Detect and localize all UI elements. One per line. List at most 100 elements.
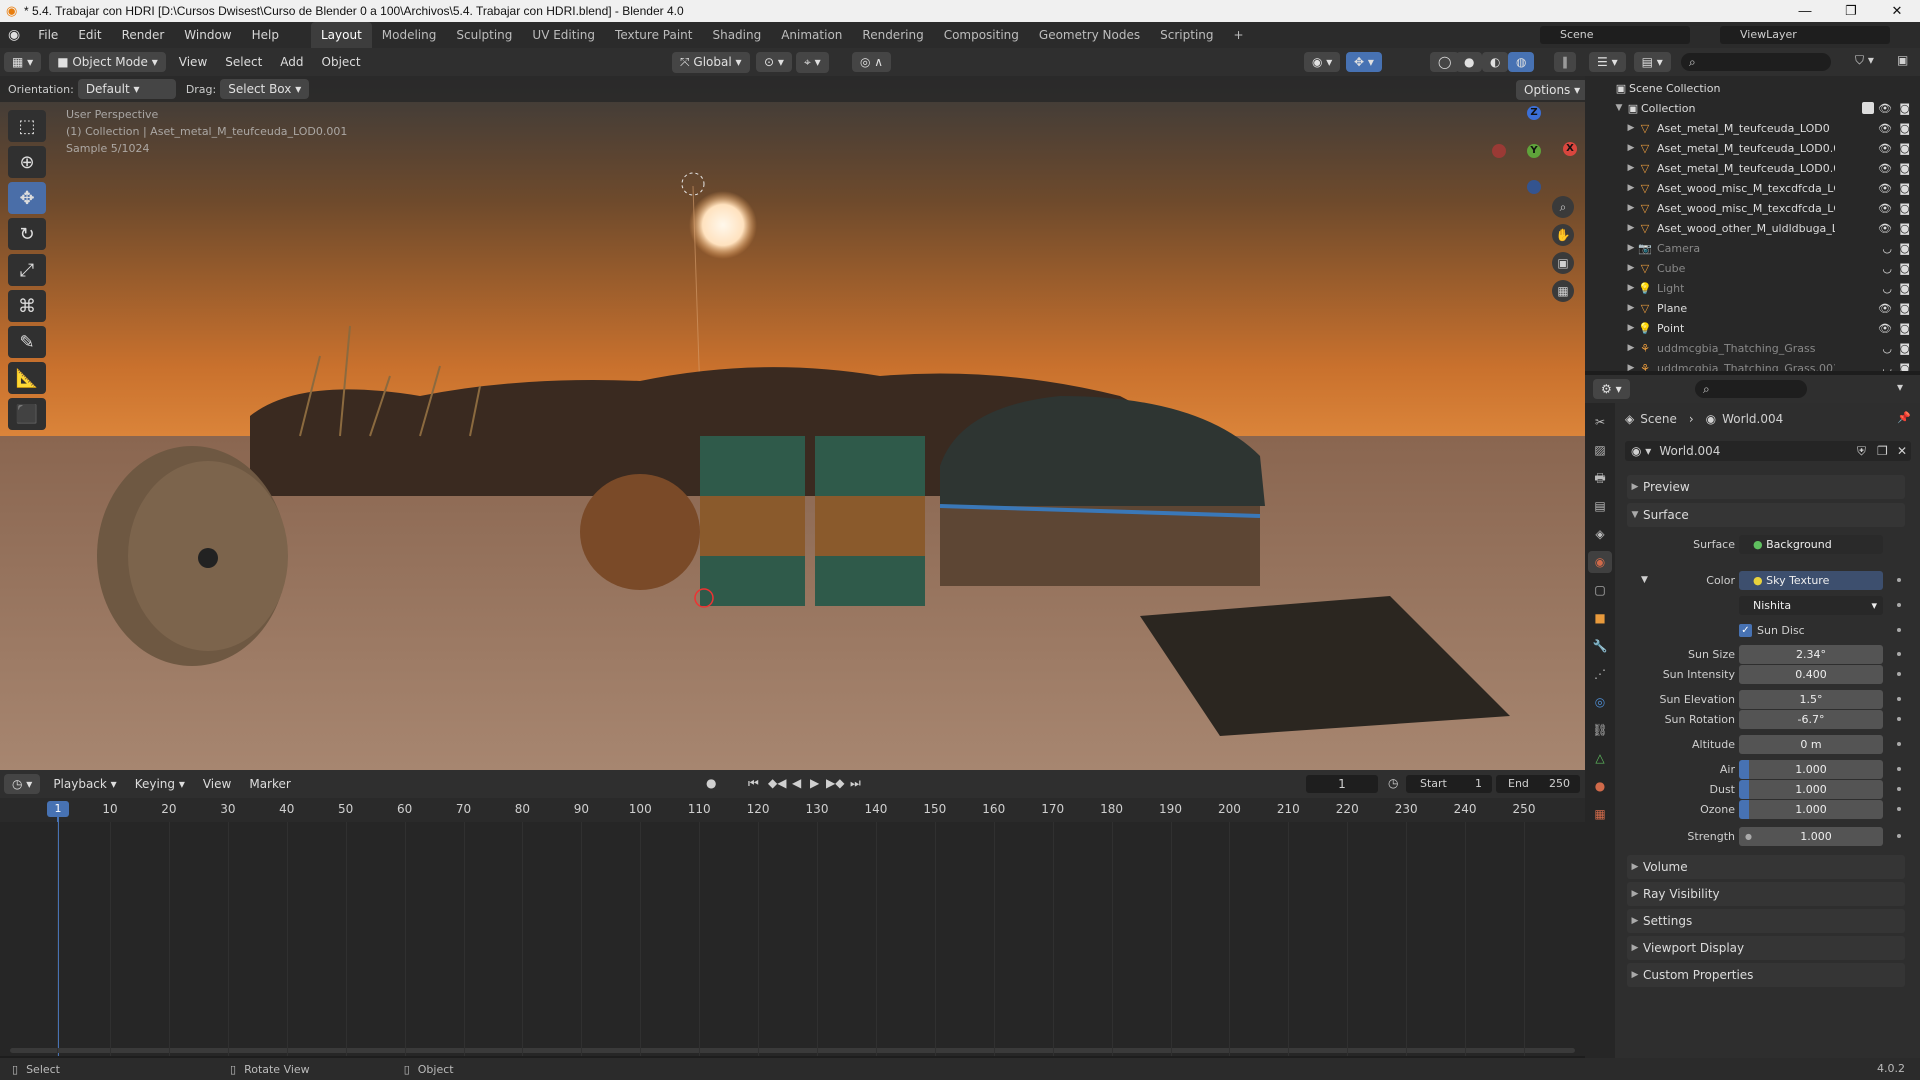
end-frame-field[interactable]: End 250 [1496,775,1580,793]
maximize-button[interactable]: ❐ [1828,0,1874,22]
ortho-grid-icon[interactable]: ▦ [1552,280,1574,302]
menu-object[interactable]: Object [313,55,370,69]
expand-icon[interactable]: ▶ [1625,123,1637,133]
menu-help[interactable]: Help [242,22,289,48]
eye-icon[interactable]: 👁 [1878,162,1892,175]
preview-panel[interactable]: ▶ Preview [1627,475,1905,499]
gizmo-neg-z[interactable] [1527,180,1541,194]
duplicate-world-icon[interactable]: ❐ [1877,444,1888,458]
custom-properties-panel[interactable]: ▶ Custom Properties [1627,963,1905,987]
keyframe-dot-icon[interactable] [1897,742,1901,746]
new-collection-icon[interactable]: ▣ [1897,53,1908,67]
collection-tab-icon[interactable]: ▢ [1588,579,1612,601]
filter-icon[interactable]: ⛉ ▾ [1855,53,1874,68]
property-value-field[interactable]: 0.400 [1739,664,1883,684]
eye-icon[interactable]: ◡ [1882,262,1892,275]
gizmo-z-axis[interactable]: Z [1527,106,1541,120]
menu-file[interactable]: File [28,22,68,48]
expand-icon[interactable]: ▶ [1625,203,1637,213]
pivot-point-icon[interactable]: ⊙ ▾ [756,52,792,72]
tab-modeling[interactable]: Modeling [372,22,447,48]
expand-icon[interactable]: ▶ [1625,183,1637,193]
properties-search-input[interactable]: ⌕ [1695,380,1807,398]
menu-render[interactable]: Render [112,22,175,48]
rotate-tool-icon[interactable]: ↻ [8,218,46,250]
color-expand-icon[interactable]: ▼ [1641,575,1648,585]
render-camera-icon[interactable]: ◙ [1899,282,1910,295]
keyframe-dot-icon[interactable] [1897,767,1901,771]
timeline-editor-type-icon[interactable]: ◷ ▾ [4,774,41,794]
scale-tool-icon[interactable]: ⤢ [8,254,46,286]
gizmo-neg-x[interactable] [1492,144,1506,158]
tab-scripting[interactable]: Scripting [1150,22,1223,48]
viewport-display-panel[interactable]: ▶ Viewport Display [1627,936,1905,960]
transform-tool-icon[interactable]: ⌘ [8,290,46,322]
start-frame-field[interactable]: Start 1 [1406,775,1492,793]
outliner-item[interactable]: ▶ ▽ Aset_metal_M_teufceuda_LOD0.0C 👁 ◙ [1585,158,1920,178]
overlays-icon[interactable]: ◉ ▾ [1304,52,1341,72]
render-camera-icon[interactable]: ◙ [1899,122,1910,135]
render-camera-icon[interactable]: ◙ [1899,322,1910,335]
tab-compositing[interactable]: Compositing [934,22,1029,48]
prev-keyframe-icon[interactable]: ◆◀ [768,776,786,790]
keyframe-dot-icon[interactable] [1897,834,1901,838]
render-camera-icon[interactable]: ◙ [1899,182,1910,195]
expand-icon[interactable]: ▶ [1625,223,1637,233]
expand-icon[interactable]: ▶ [1625,343,1637,353]
menu-view[interactable]: View [170,55,216,69]
keyframe-dot-icon[interactable] [1897,628,1901,632]
tab-texture-paint[interactable]: Texture Paint [605,22,702,48]
property-value-field[interactable]: 1.000 [1739,759,1883,779]
fake-user-icon[interactable]: ⛨ [1857,444,1866,459]
proportional-edit-icon[interactable]: ◎ ∧ [852,52,892,72]
close-button[interactable]: ✕ [1874,0,1920,22]
properties-options-icon[interactable]: ▾ [1897,380,1903,394]
eye-icon[interactable]: ◡ [1882,282,1892,295]
world-browse-icon[interactable]: ◉ ▾ [1631,444,1651,458]
keyframe-dot-icon[interactable] [1897,807,1901,811]
menu-keying[interactable]: Keying ▾ [126,777,194,791]
expand-icon[interactable]: ▶ [1625,283,1637,293]
tab-uv-editing[interactable]: UV Editing [522,22,605,48]
surface-panel[interactable]: ▼ Surface [1627,503,1905,527]
eye-icon[interactable]: ◡ [1882,362,1892,372]
drag-dropdown[interactable]: Select Box ▾ [220,79,310,99]
timeline-scrollbar[interactable] [10,1048,1575,1053]
eye-icon[interactable]: 👁 [1878,182,1892,195]
pin-icon[interactable]: 📌 [1897,411,1911,424]
select-box-tool-icon[interactable]: ⬚ [8,110,46,142]
menu-playback[interactable]: Playback ▾ [44,777,125,791]
sky-type-dropdown[interactable]: Nishita ▾ [1739,595,1883,615]
tab-shading[interactable]: Shading [702,22,771,48]
pause-render-icon[interactable]: ∥ [1554,52,1576,72]
playhead-frame-badge[interactable]: 1 [47,801,69,817]
output-tab-icon[interactable]: 🖶 [1588,467,1612,489]
eye-icon[interactable]: 👁 [1878,102,1892,115]
eye-icon[interactable]: 👁 [1878,202,1892,215]
display-mode-icon[interactable]: ▤ ▾ [1633,52,1671,72]
move-tool-icon[interactable]: ✥ [8,182,46,214]
zoom-icon[interactable]: ⌕ [1552,196,1574,218]
unlink-world-icon[interactable]: ✕ [1897,444,1907,458]
collection-expand-icon[interactable]: ▼ [1613,103,1625,113]
add-cube-tool-icon[interactable]: ⬛ [8,398,46,430]
minimize-button[interactable]: — [1782,0,1828,22]
keyframe-dot-icon[interactable] [1897,787,1901,791]
collection-checkbox[interactable] [1862,102,1874,114]
constraints-tab-icon[interactable]: ⛓ [1588,719,1612,741]
options-dropdown[interactable]: Options ▾ [1516,80,1585,100]
expand-icon[interactable]: ▶ [1625,263,1637,273]
strength-field[interactable]: 1.000 [1739,826,1883,846]
tool-tab-icon[interactable]: ✂ [1588,411,1612,433]
outliner-item[interactable]: ▶ ▽ Cube ◡ ◙ [1585,258,1920,278]
scene-selector[interactable]: Scene [1540,26,1690,44]
tab-geometry-nodes[interactable]: Geometry Nodes [1029,22,1150,48]
menu-select[interactable]: Select [216,55,271,69]
editor-type-icon[interactable]: ▦ ▾ [4,52,42,72]
tab-layout[interactable]: Layout [310,22,372,48]
stopwatch-icon[interactable]: ◷ [1388,776,1398,790]
color-input-field[interactable]: ● Sky Texture [1739,570,1883,590]
record-icon[interactable]: ● [706,776,716,790]
gizmo-toggle-icon[interactable]: ✥ ▾ [1346,52,1382,72]
gizmo-y-axis[interactable]: Y [1527,144,1541,158]
